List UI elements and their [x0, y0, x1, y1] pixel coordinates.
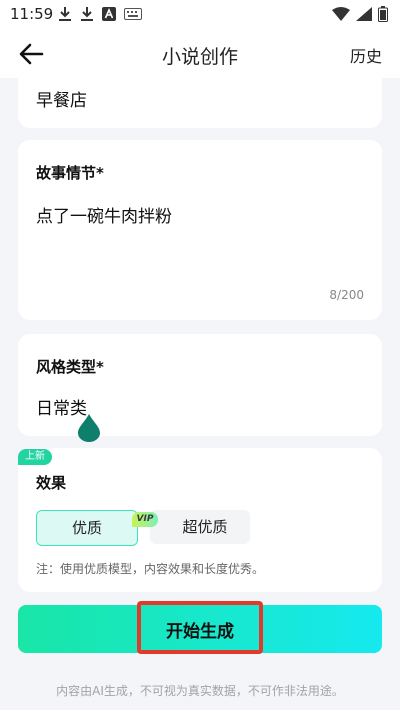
status-time: 11:59: [10, 5, 54, 23]
effect-note: 注：使用优质模型，内容效果和长度优秀。: [36, 562, 265, 576]
highlight-box: [137, 601, 263, 654]
character-counter: 8/200: [329, 288, 364, 302]
signal-icon: [356, 7, 372, 21]
name-card: 早餐店: [18, 78, 382, 128]
option-super-quality-label: 超优质: [182, 518, 228, 536]
plot-textarea[interactable]: 点了一碗牛肉拌粉: [36, 202, 172, 227]
name-field[interactable]: 早餐店: [36, 86, 87, 111]
status-system-icons: [332, 6, 388, 22]
keyboard-icon: [124, 8, 142, 20]
style-label: 风格类型*: [36, 358, 104, 376]
page-title: 小说创作: [161, 46, 238, 68]
option-quality[interactable]: 优质: [36, 510, 138, 546]
ai-disclaimer: 内容由AI生成，不可视为真实数据，不可作非法用途。: [56, 684, 344, 698]
app-bar: 小说创作 历史: [0, 30, 400, 78]
plot-label: 故事情节*: [36, 164, 104, 182]
status-notifications: [58, 6, 142, 22]
download-icon: [59, 7, 71, 21]
status-bar: 11:59: [0, 0, 400, 30]
wifi-icon: [332, 7, 350, 21]
battery-icon: [378, 6, 388, 22]
history-button[interactable]: 历史: [350, 43, 382, 67]
effect-label: 效果: [36, 474, 67, 492]
plot-card: 故事情节* 点了一碗牛肉拌粉 8/200: [18, 140, 382, 320]
style-card: 风格类型* 日常类: [18, 334, 382, 436]
vip-badge: VIP: [132, 512, 158, 527]
effect-card: 效果 优质 超优质 注：使用优质模型，内容效果和长度优秀。: [18, 448, 382, 592]
option-super-quality[interactable]: 超优质: [150, 510, 250, 544]
text-cursor-handle-icon[interactable]: [78, 414, 100, 442]
app-a-icon: [102, 7, 116, 21]
new-badge: 上新: [18, 449, 52, 465]
download-icon: [81, 7, 93, 21]
